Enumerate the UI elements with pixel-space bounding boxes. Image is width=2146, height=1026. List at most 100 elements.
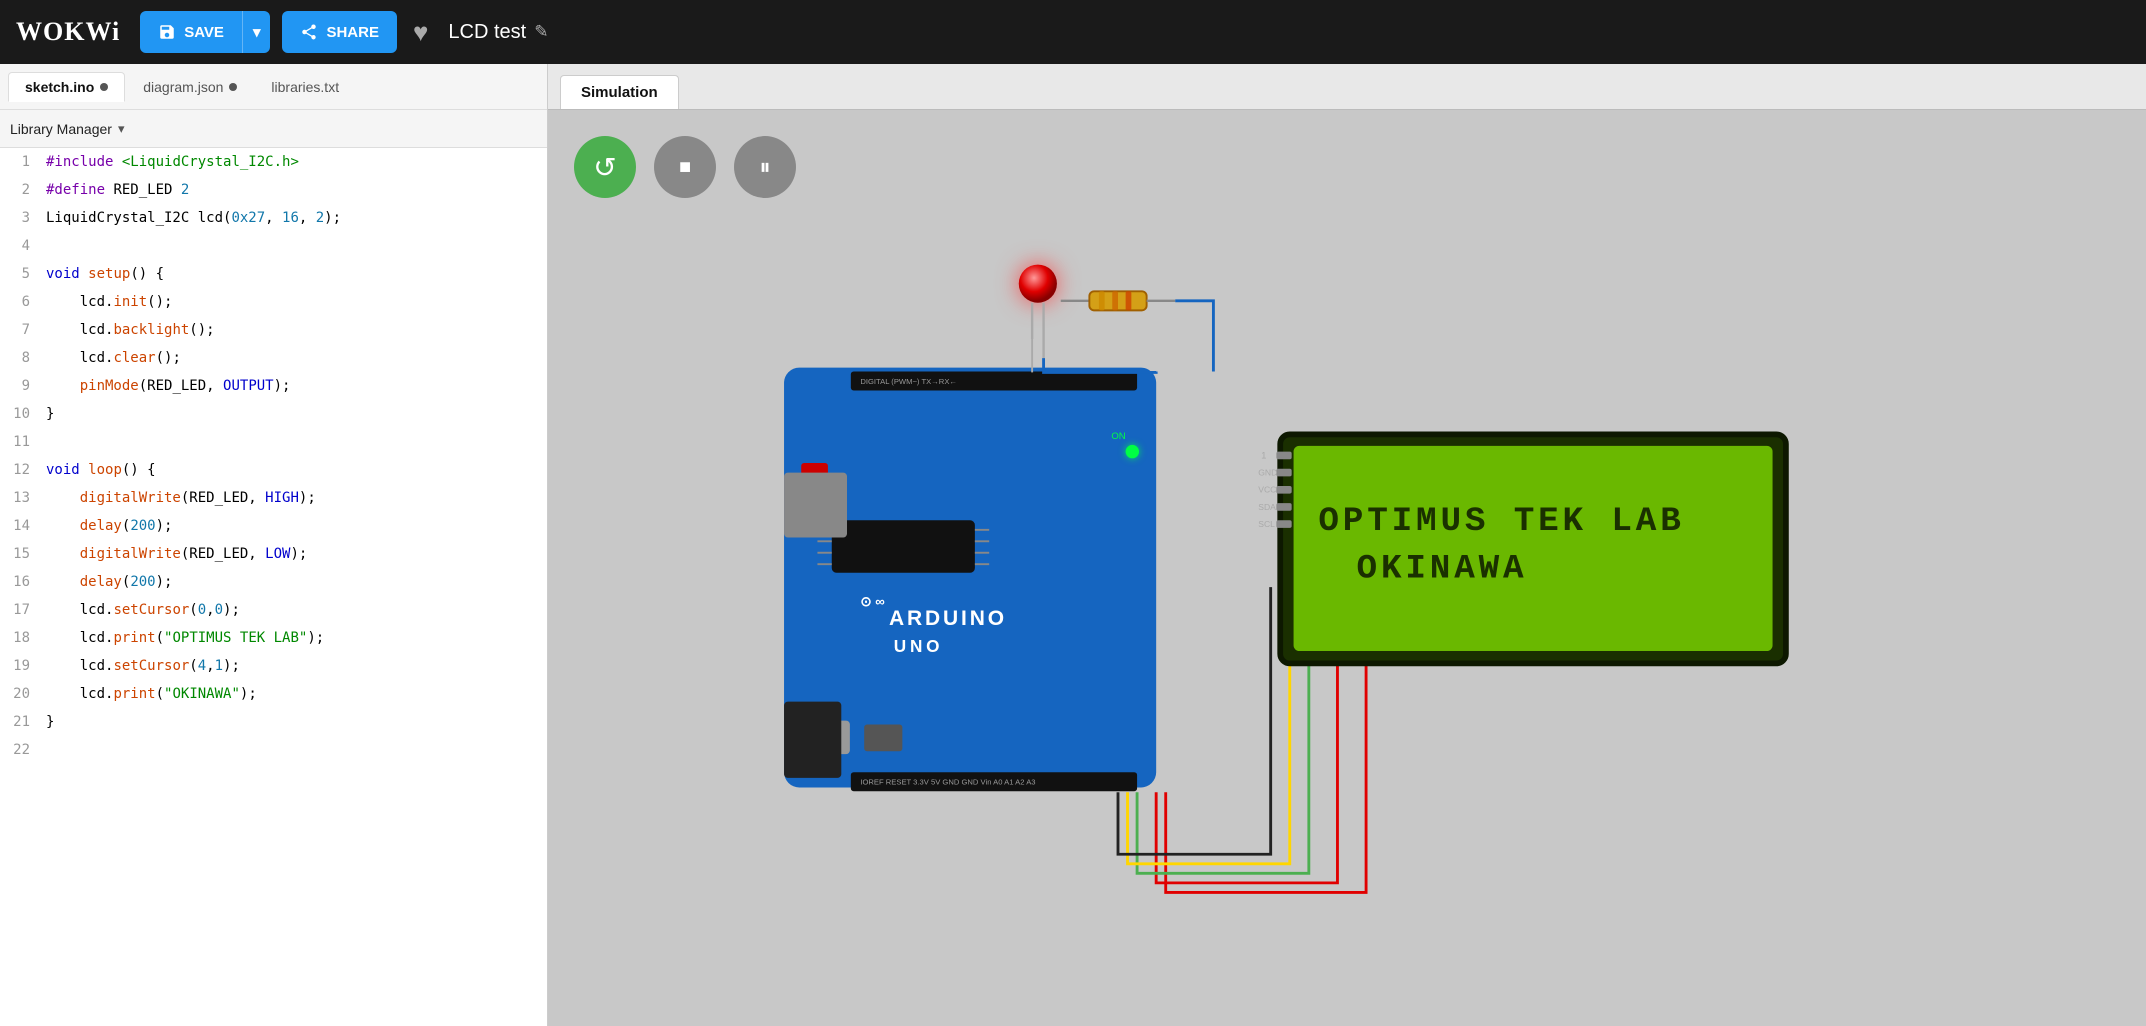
- line-content: }: [46, 708, 547, 736]
- line-number: 12: [0, 456, 46, 484]
- stop-button[interactable]: ■: [654, 136, 716, 198]
- heart-button[interactable]: ♥: [413, 17, 428, 48]
- resistor-stripe-3: [1126, 291, 1132, 310]
- project-title-text: LCD test: [448, 21, 526, 44]
- lcd-outer: [1280, 434, 1786, 663]
- code-line: 5 void setup() {: [0, 260, 547, 288]
- library-dropdown-icon[interactable]: ▾: [118, 121, 125, 137]
- board-logo-text: ⊙ ∞: [860, 594, 885, 609]
- lcd-pin-label-gnd: GND: [1258, 467, 1277, 477]
- lcd-pin-sda: [1276, 503, 1291, 511]
- wire-black: [1118, 587, 1271, 854]
- save-button-group[interactable]: SAVE ▾: [140, 11, 270, 53]
- line-number: 7: [0, 316, 46, 344]
- lcd-screen: [1294, 446, 1773, 651]
- line-number: 17: [0, 596, 46, 624]
- lcd-line2-text: OKINAWA: [1357, 550, 1528, 589]
- lcd-pin-gnd: [1276, 469, 1291, 477]
- project-title-area: LCD test ✎: [448, 21, 548, 44]
- line-content: lcd.init();: [46, 288, 547, 316]
- line-number: 22: [0, 736, 46, 764]
- tab-diagram-label: diagram.json: [143, 79, 223, 95]
- code-line: 6 lcd.init();: [0, 288, 547, 316]
- lcd-pin-1: [1276, 452, 1291, 460]
- pin-header-label: DIGITAL (PWM~) TX→RX←: [860, 377, 957, 386]
- code-line: 19 lcd.setCursor(4,1);: [0, 652, 547, 680]
- line-content: }: [46, 400, 547, 428]
- editor-tabs: sketch.ino diagram.json libraries.txt: [0, 64, 547, 110]
- code-line: 16 delay(200);: [0, 568, 547, 596]
- tab-diagram[interactable]: diagram.json: [127, 73, 253, 101]
- save-icon: [158, 23, 176, 41]
- wire-green: [1137, 587, 1309, 873]
- line-content: lcd.backlight();: [46, 316, 547, 344]
- line-number: 15: [0, 540, 46, 568]
- line-content: lcd.clear();: [46, 344, 547, 372]
- code-line: 21 }: [0, 708, 547, 736]
- code-line: 20 lcd.print("OKINAWA");: [0, 680, 547, 708]
- code-editor[interactable]: 1 #include <LiquidCrystal_I2C.h> 2 #defi…: [0, 148, 547, 1026]
- lcd-pin-label-sda: SDA: [1258, 502, 1276, 512]
- line-number: 18: [0, 624, 46, 652]
- resistor-body: [1089, 291, 1146, 310]
- wire-red-power: [1156, 587, 1337, 883]
- pause-button[interactable]: ⏸: [734, 136, 796, 198]
- line-number: 6: [0, 288, 46, 316]
- board-component-bottom: [784, 702, 841, 778]
- editor-panel: sketch.ino diagram.json libraries.txt Li…: [0, 64, 548, 1026]
- code-line: 17 lcd.setCursor(0,0);: [0, 596, 547, 624]
- code-line: 12 void loop() {: [0, 456, 547, 484]
- rename-icon[interactable]: ✎: [534, 22, 548, 42]
- tab-libraries[interactable]: libraries.txt: [255, 73, 355, 101]
- line-content: #define RED_LED 2: [46, 176, 547, 204]
- usb-port: [797, 721, 849, 754]
- lcd-pin-scl: [1276, 520, 1291, 528]
- wire-blue-resistor-to-board: [1175, 301, 1213, 372]
- board-component-left: [784, 473, 847, 538]
- on-label: ON: [1111, 431, 1125, 442]
- share-label: SHARE: [326, 24, 379, 41]
- main-layout: sketch.ino diagram.json libraries.txt Li…: [0, 64, 2146, 1026]
- power-port: [864, 724, 902, 751]
- line-number: 19: [0, 652, 46, 680]
- save-dropdown-arrow[interactable]: ▾: [243, 11, 271, 53]
- line-content: lcd.setCursor(0,0);: [46, 596, 547, 624]
- pin-header-digital: [851, 371, 1137, 390]
- line-content: lcd.setCursor(4,1);: [46, 652, 547, 680]
- lcd-pin-vcc: [1276, 486, 1291, 494]
- tab-sketch-label: sketch.ino: [25, 79, 94, 95]
- line-content: digitalWrite(RED_LED, HIGH);: [46, 484, 547, 512]
- save-main-button[interactable]: SAVE: [140, 11, 243, 53]
- code-line: 7 lcd.backlight();: [0, 316, 547, 344]
- analog-label: IOREF RESET 3.3V 5V GND GND Vin A0 A1 A2…: [860, 778, 1035, 787]
- ic-chip: [832, 520, 975, 572]
- code-line: 9 pinMode(RED_LED, OUTPUT);: [0, 372, 547, 400]
- line-number: 16: [0, 568, 46, 596]
- line-number: 11: [0, 428, 46, 456]
- lcd-pin-label-1: 1: [1261, 450, 1266, 461]
- library-manager-bar[interactable]: Library Manager ▾: [0, 110, 547, 148]
- share-icon: [300, 23, 318, 41]
- share-button[interactable]: SHARE: [282, 11, 397, 53]
- code-line: 11: [0, 428, 547, 456]
- tab-simulation[interactable]: Simulation: [560, 75, 679, 109]
- led-body: [1019, 265, 1057, 303]
- line-content: #include <LiquidCrystal_I2C.h>: [46, 148, 547, 176]
- lcd-pin-label-scl: SCL: [1258, 519, 1275, 529]
- pin-header-analog: [851, 772, 1137, 791]
- tab-sketch[interactable]: sketch.ino: [8, 72, 125, 102]
- sim-controls: ↺ ■ ⏸: [574, 136, 796, 198]
- line-content: void loop() {: [46, 456, 547, 484]
- restart-icon: ↺: [593, 151, 616, 184]
- arduino-board: [784, 368, 1156, 788]
- code-line: 15 digitalWrite(RED_LED, LOW);: [0, 540, 547, 568]
- line-number: 10: [0, 400, 46, 428]
- board-green-led: [1126, 445, 1139, 458]
- line-number: 21: [0, 708, 46, 736]
- line-number: 5: [0, 260, 46, 288]
- restart-button[interactable]: ↺: [574, 136, 636, 198]
- line-content: void setup() {: [46, 260, 547, 288]
- wire-yellow: [1128, 587, 1290, 864]
- stop-icon: ■: [679, 156, 691, 179]
- resistor-stripe-2: [1112, 291, 1118, 310]
